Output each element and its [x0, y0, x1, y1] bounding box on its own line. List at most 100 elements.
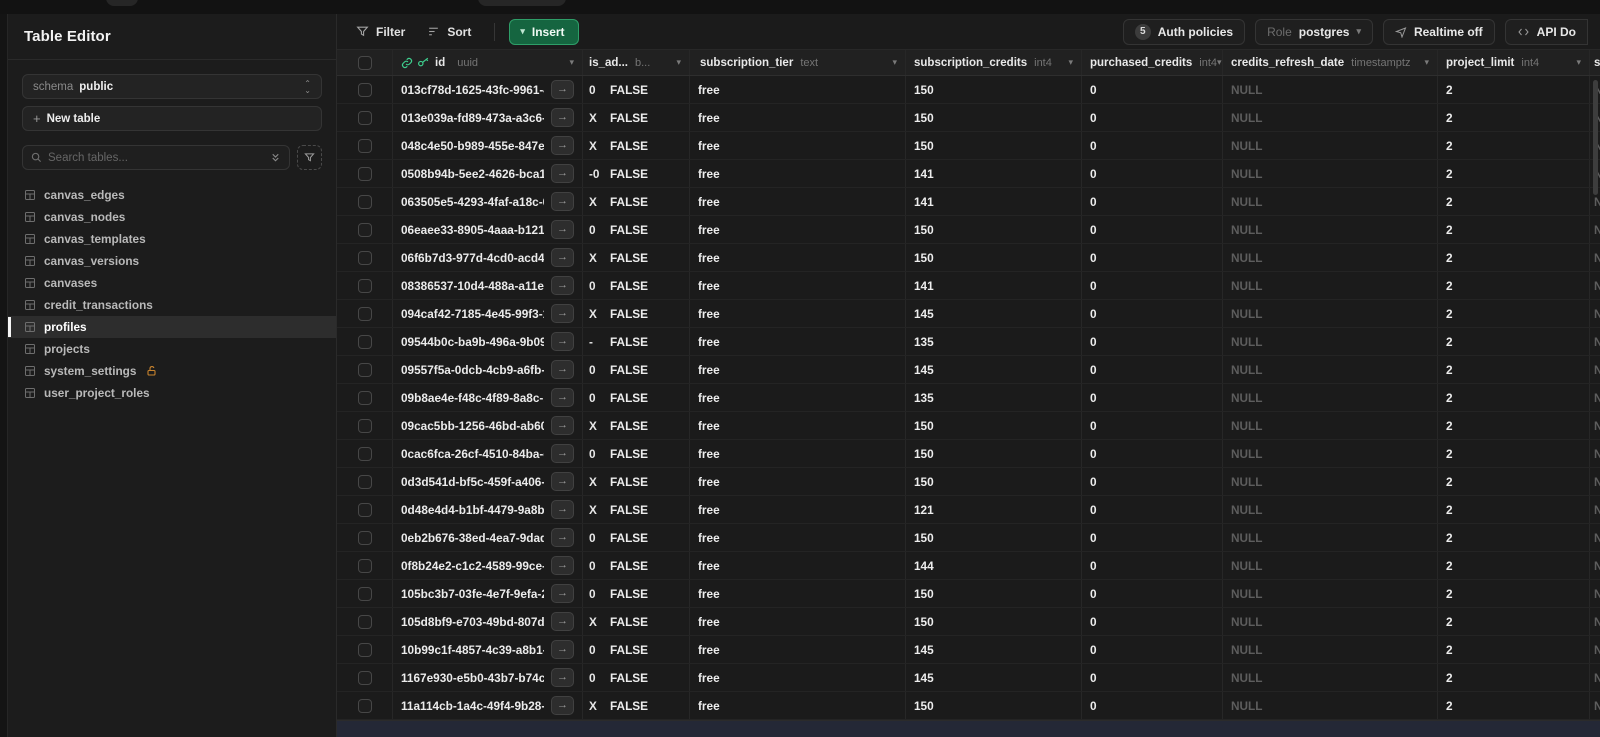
cell-is-admin[interactable]: X FALSE — [583, 412, 690, 439]
cell-id[interactable]: 105d8bf9-e703-49bd-807d-645e... → — [393, 608, 583, 635]
sidebar-item-user_project_roles[interactable]: user_project_roles — [8, 382, 336, 404]
cell-purchased-credits[interactable]: 0 — [1082, 300, 1223, 327]
column-header-clipped[interactable]: su — [1590, 50, 1600, 75]
row-checkbox[interactable] — [357, 642, 372, 657]
cell-clipped[interactable]: NU — [1590, 552, 1600, 579]
cell-id[interactable]: 013cf78d-1625-43fc-9961-442189... → — [393, 76, 583, 103]
row-checkbox[interactable] — [357, 334, 372, 349]
cell-purchased-credits[interactable]: 0 — [1082, 104, 1223, 131]
cell-is-admin[interactable]: 0 FALSE — [583, 356, 690, 383]
cell-subscription-tier[interactable]: free — [690, 580, 906, 607]
sidebar-item-projects[interactable]: projects — [8, 338, 336, 360]
cell-id[interactable]: 10b99c1f-4857-4c39-a8b1-263b8... → — [393, 636, 583, 663]
cell-clipped[interactable]: NU — [1590, 580, 1600, 607]
cell-subscription-tier[interactable]: free — [690, 188, 906, 215]
cell-is-admin[interactable]: 0 FALSE — [583, 272, 690, 299]
cell-project-limit[interactable]: 2 — [1438, 524, 1590, 551]
insert-button[interactable]: ▾ Insert — [509, 18, 579, 45]
cell-subscription-tier[interactable]: free — [690, 356, 906, 383]
cell-id[interactable]: 0d3d541d-bf5c-459f-a406-16b93... → — [393, 468, 583, 495]
expand-row-button[interactable]: → — [551, 360, 574, 379]
cell-purchased-credits[interactable]: 0 — [1082, 692, 1223, 719]
cell-subscription-tier[interactable]: free — [690, 664, 906, 691]
cell-subscription-tier[interactable]: free — [690, 692, 906, 719]
role-selector-button[interactable]: Role postgres ▾ — [1255, 18, 1373, 45]
cell-project-limit[interactable]: 2 — [1438, 76, 1590, 103]
cell-purchased-credits[interactable]: 0 — [1082, 440, 1223, 467]
cell-subscription-credits[interactable]: 145 — [906, 636, 1082, 663]
expand-row-button[interactable]: → — [551, 668, 574, 687]
cell-subscription-tier[interactable]: free — [690, 468, 906, 495]
expand-row-button[interactable]: → — [551, 276, 574, 295]
cell-is-admin[interactable]: -0 FALSE — [583, 160, 690, 187]
row-checkbox[interactable] — [357, 474, 372, 489]
cell-purchased-credits[interactable]: 0 — [1082, 76, 1223, 103]
cell-subscription-credits[interactable]: 141 — [906, 160, 1082, 187]
cell-clipped[interactable]: NU — [1590, 356, 1600, 383]
sidebar-item-profiles[interactable]: profiles — [8, 316, 336, 338]
expand-row-button[interactable]: → — [551, 164, 574, 183]
cell-is-admin[interactable]: X FALSE — [583, 608, 690, 635]
cell-project-limit[interactable]: 2 — [1438, 552, 1590, 579]
cell-credits-refresh-date[interactable]: NULL — [1223, 496, 1438, 523]
cell-id[interactable]: 105bc3b7-03fe-4e7f-9efa-21bb40... → — [393, 580, 583, 607]
cell-credits-refresh-date[interactable]: NULL — [1223, 580, 1438, 607]
realtime-toggle-button[interactable]: Realtime off — [1382, 18, 1495, 45]
cell-subscription-credits[interactable]: 150 — [906, 524, 1082, 551]
expand-row-button[interactable]: → — [551, 108, 574, 127]
sidebar-item-canvas_templates[interactable]: canvas_templates — [8, 228, 336, 250]
cell-subscription-tier[interactable]: free — [690, 300, 906, 327]
cell-purchased-credits[interactable]: 0 — [1082, 384, 1223, 411]
cell-purchased-credits[interactable]: 0 — [1082, 188, 1223, 215]
row-checkbox[interactable] — [357, 138, 372, 153]
cell-subscription-tier[interactable]: free — [690, 412, 906, 439]
row-checkbox[interactable] — [357, 390, 372, 405]
cell-is-admin[interactable]: 0 FALSE — [583, 440, 690, 467]
cell-credits-refresh-date[interactable]: NULL — [1223, 132, 1438, 159]
cell-project-limit[interactable]: 2 — [1438, 692, 1590, 719]
row-checkbox[interactable] — [357, 278, 372, 293]
cell-subscription-tier[interactable]: free — [690, 160, 906, 187]
cell-subscription-credits[interactable]: 121 — [906, 496, 1082, 523]
expand-row-button[interactable]: → — [551, 444, 574, 463]
cell-credits-refresh-date[interactable]: NULL — [1223, 664, 1438, 691]
cell-subscription-tier[interactable]: free — [690, 132, 906, 159]
cell-is-admin[interactable]: X FALSE — [583, 468, 690, 495]
cell-id[interactable]: 0f8b24e2-c1c2-4589-99ce-2c52d... → — [393, 552, 583, 579]
cell-credits-refresh-date[interactable]: NULL — [1223, 104, 1438, 131]
cell-is-admin[interactable]: X FALSE — [583, 244, 690, 271]
cell-credits-refresh-date[interactable]: NULL — [1223, 76, 1438, 103]
cell-clipped[interactable]: NU — [1590, 412, 1600, 439]
chevron-down-icon[interactable]: ▾ — [892, 57, 897, 68]
cell-project-limit[interactable]: 2 — [1438, 384, 1590, 411]
cell-subscription-credits[interactable]: 141 — [906, 188, 1082, 215]
cell-purchased-credits[interactable]: 0 — [1082, 552, 1223, 579]
cell-subscription-credits[interactable]: 145 — [906, 664, 1082, 691]
cell-subscription-credits[interactable]: 150 — [906, 76, 1082, 103]
cell-subscription-credits[interactable]: 150 — [906, 244, 1082, 271]
expand-row-button[interactable]: → — [551, 416, 574, 435]
cell-subscription-credits[interactable]: 150 — [906, 692, 1082, 719]
cell-subscription-credits[interactable]: 150 — [906, 468, 1082, 495]
expand-row-button[interactable]: → — [551, 80, 574, 99]
cell-credits-refresh-date[interactable]: NULL — [1223, 608, 1438, 635]
cell-credits-refresh-date[interactable]: NULL — [1223, 216, 1438, 243]
row-checkbox[interactable] — [357, 698, 372, 713]
cell-clipped[interactable]: NU — [1590, 300, 1600, 327]
column-header-credits-refresh-date[interactable]: credits_refresh_date timestamptz ▾ — [1223, 50, 1438, 75]
cell-subscription-tier[interactable]: free — [690, 384, 906, 411]
row-checkbox[interactable] — [357, 362, 372, 377]
sidebar-item-canvas_nodes[interactable]: canvas_nodes — [8, 206, 336, 228]
cell-id[interactable]: 0cac6fca-26cf-4510-84ba-c4580... → — [393, 440, 583, 467]
cell-credits-refresh-date[interactable]: NULL — [1223, 468, 1438, 495]
cell-subscription-tier[interactable]: free — [690, 76, 906, 103]
chevron-down-icon[interactable]: ▾ — [569, 57, 574, 68]
sidebar-filter-button[interactable] — [297, 145, 322, 170]
cell-subscription-tier[interactable]: free — [690, 608, 906, 635]
cell-credits-refresh-date[interactable]: NULL — [1223, 188, 1438, 215]
cell-subscription-tier[interactable]: free — [690, 328, 906, 355]
row-checkbox[interactable] — [357, 306, 372, 321]
cell-project-limit[interactable]: 2 — [1438, 468, 1590, 495]
cell-subscription-tier[interactable]: free — [690, 636, 906, 663]
cell-project-limit[interactable]: 2 — [1438, 132, 1590, 159]
